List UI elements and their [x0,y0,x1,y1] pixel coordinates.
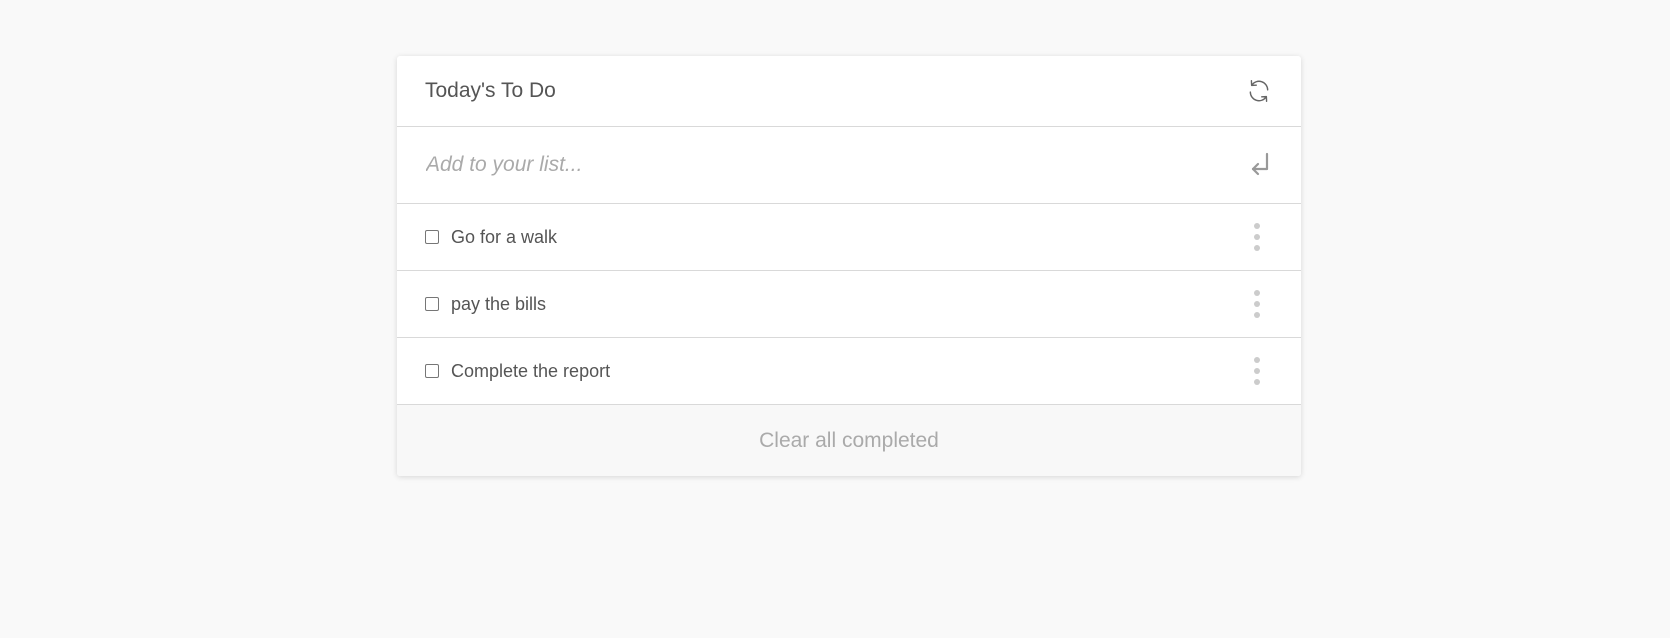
more-options-icon[interactable] [1247,355,1267,387]
add-item-input[interactable] [426,153,1206,177]
list-item: pay the bills [397,271,1301,338]
refresh-icon[interactable] [1245,77,1273,105]
list-item: Complete the report [397,338,1301,405]
todo-footer: Clear all completed [397,405,1301,476]
item-label: Go for a walk [451,226,558,247]
list-item: Go for a walk [397,204,1301,271]
clear-completed-button[interactable]: Clear all completed [753,428,945,454]
item-label: pay the bills [451,293,547,314]
item-checkbox[interactable] [425,297,439,311]
item-checkbox[interactable] [425,230,439,244]
item-checkbox[interactable] [425,364,439,378]
todo-card: Today's To Do Go for a walk [397,56,1301,476]
more-options-icon[interactable] [1247,288,1267,320]
page-title: Today's To Do [425,79,556,102]
add-item-row [397,127,1301,204]
item-label: Complete the report [451,360,611,381]
todo-header: Today's To Do [397,56,1301,127]
enter-return-icon[interactable] [1247,151,1273,179]
more-options-icon[interactable] [1247,221,1267,253]
